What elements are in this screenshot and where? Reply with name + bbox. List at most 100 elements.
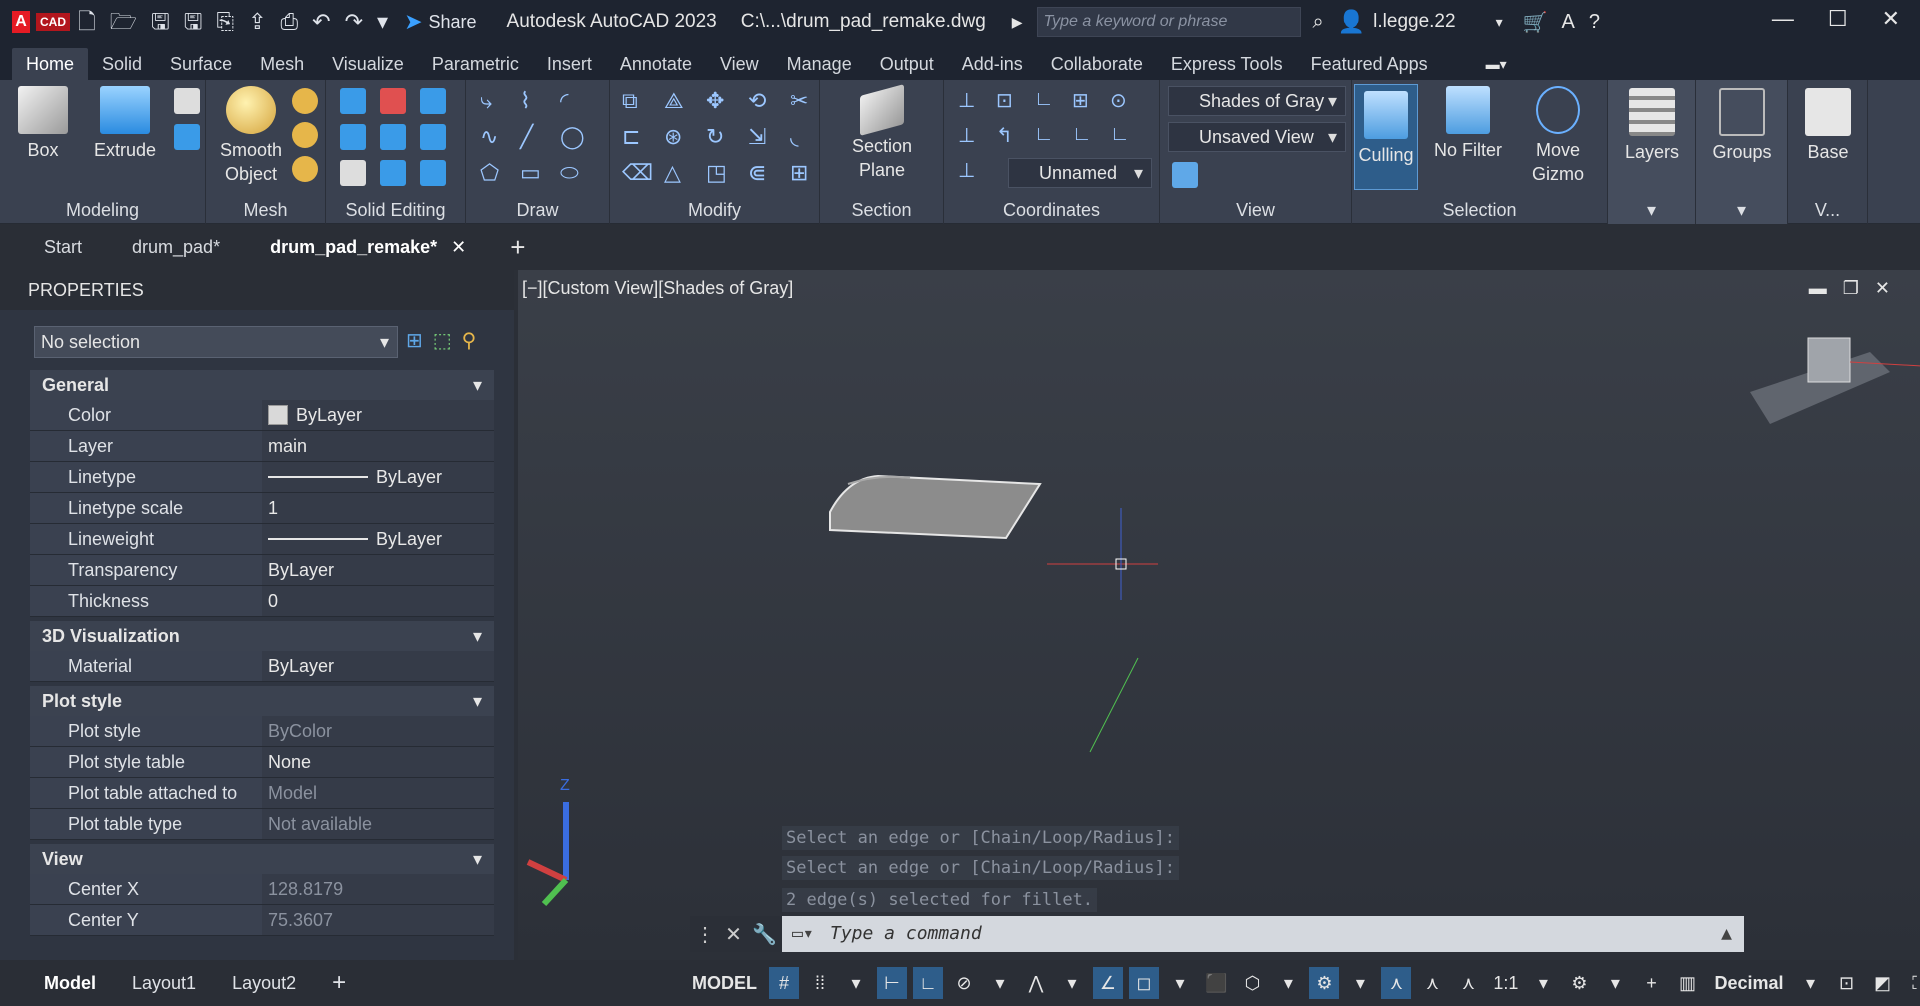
section-general[interactable]: General (30, 370, 494, 400)
mesh-smooth-more-icon[interactable] (292, 88, 318, 114)
panel-title-draw[interactable]: Draw (466, 198, 609, 222)
3d-align-icon[interactable]: ⟁ (664, 88, 690, 114)
osnap-dropdown-icon[interactable]: ▾ (1165, 967, 1195, 999)
join-icon[interactable]: ⋐ (748, 160, 774, 186)
tab-layout1[interactable]: Layout1 (114, 973, 214, 994)
model-space-button[interactable]: MODEL (686, 973, 763, 994)
section-plane-button[interactable]: Section Plane (842, 84, 922, 182)
viewport-minimize-icon[interactable]: ▬ (1809, 278, 1827, 299)
culling-button[interactable]: Culling (1354, 84, 1418, 190)
quick-properties-icon[interactable]: ⊡ (1832, 967, 1862, 999)
cylinder-icon[interactable] (174, 88, 200, 114)
array-icon[interactable]: ⊞ (790, 160, 816, 186)
command-input[interactable]: ▭▾ Type a command ▲ (782, 916, 1744, 952)
no-filter-button[interactable]: No Filter (1428, 86, 1508, 162)
command-customize-icon[interactable]: 🔧 (752, 922, 777, 947)
units-dropdown-icon[interactable]: ▾ (1796, 967, 1826, 999)
maximize-icon[interactable]: ☐ (1828, 6, 1848, 32)
tab-layout2[interactable]: Layout2 (214, 973, 314, 994)
mirror-icon[interactable]: ⧉ (622, 88, 648, 114)
base-button[interactable]: Base (1792, 88, 1864, 164)
ribbon-tab-parametric[interactable]: Parametric (418, 48, 533, 80)
property-row[interactable]: Plot style ByColor (30, 716, 494, 747)
viewport-config-icon[interactable] (1172, 162, 1198, 188)
tab-model[interactable]: Model (26, 973, 114, 994)
property-value[interactable]: ByLayer (262, 462, 494, 492)
mesh-smooth-less-icon[interactable] (292, 122, 318, 148)
qat-customize-icon[interactable]: ▾ (377, 11, 388, 33)
ucs-view-icon[interactable]: ⊙ (1110, 88, 1136, 113)
expand-arrow-icon[interactable]: ▶ (1012, 14, 1023, 31)
scale-dropdown-icon[interactable]: ▾ (1528, 967, 1558, 999)
property-value[interactable]: ByLayer (262, 651, 494, 681)
polyline-icon[interactable]: ⤷ (480, 88, 506, 114)
groups-expand-icon[interactable]: ▾ (1696, 198, 1787, 222)
layers-button[interactable]: Layers (1612, 88, 1692, 164)
ribbon-tab-mesh[interactable]: Mesh (246, 48, 318, 80)
object-snap-tracking-icon[interactable]: ∠ (1093, 967, 1123, 999)
polar-dropdown-icon[interactable]: ▾ (985, 967, 1015, 999)
section-plot[interactable]: Plot style (30, 686, 494, 716)
move-icon[interactable]: ✥ (706, 88, 732, 114)
3d-rotate-icon[interactable]: ⟲ (748, 88, 774, 114)
panel-title-mesh[interactable]: Mesh (206, 198, 325, 222)
ribbon-tab-annotate[interactable]: Annotate (606, 48, 706, 80)
extrude-faces-icon[interactable] (420, 124, 446, 150)
toggle-pickadd-icon[interactable]: ⊞ (406, 328, 423, 353)
move-gizmo-button[interactable]: Move Gizmo (1518, 86, 1598, 186)
ribbon-tab-view[interactable]: View (706, 48, 773, 80)
helix-icon[interactable]: ⌇ (520, 88, 546, 114)
search-input[interactable]: Type a keyword or phrase (1036, 7, 1301, 37)
subtract-icon[interactable] (380, 88, 406, 114)
selection-dropdown[interactable]: No selection (34, 326, 398, 358)
box-button[interactable]: Box (18, 86, 68, 162)
property-row[interactable]: Layer main (30, 431, 494, 462)
plot-icon[interactable]: ⎙ (281, 11, 299, 33)
property-row[interactable]: Linetype ByLayer (30, 462, 494, 493)
ribbon-tab-insert[interactable]: Insert (533, 48, 606, 80)
ucs-object-icon[interactable]: ∟ (1110, 123, 1136, 148)
panel-title-coordinates[interactable]: Coordinates (944, 198, 1159, 222)
panel-title-modeling[interactable]: Modeling (0, 198, 205, 222)
ribbon-tab-visualize[interactable]: Visualize (318, 48, 418, 80)
stretch-icon[interactable]: ⇲ (748, 124, 774, 150)
close-tab-icon[interactable]: ✕ (451, 237, 466, 257)
ucs-dropdown[interactable]: Unnamed (1008, 158, 1152, 188)
ribbon-tab-surface[interactable]: Surface (156, 48, 246, 80)
share-button[interactable]: ➤ Share (404, 9, 476, 35)
snap-icon[interactable]: ⁞⁞ (805, 967, 835, 999)
selection-filter-icon[interactable]: ⚙ (1309, 967, 1340, 999)
property-value[interactable]: Not available (262, 809, 494, 839)
drum-pad-solid[interactable] (829, 474, 1042, 540)
rotate-icon[interactable]: ↻ (706, 124, 732, 150)
ribbon-tab-home[interactable]: Home (12, 48, 89, 80)
panel-title-solid-editing[interactable]: Solid Editing (326, 198, 465, 222)
groups-button[interactable]: Groups (1702, 88, 1782, 164)
property-row[interactable]: Center X 128.8179 (30, 874, 494, 905)
union-icon[interactable] (340, 88, 366, 114)
ribbon-tab-add-ins[interactable]: Add-ins (948, 48, 1037, 80)
property-value[interactable]: ByLayer (262, 400, 494, 430)
minimize-icon[interactable]: — (1772, 6, 1794, 32)
3d-array-icon[interactable]: ⊛ (664, 124, 690, 150)
redo-icon[interactable]: ↷ (345, 11, 363, 33)
command-history-toggle-icon[interactable]: ▲ (1721, 916, 1732, 952)
property-row[interactable]: Center Y 75.3607 (30, 905, 494, 936)
offset-icon[interactable]: ⊏ (622, 124, 648, 150)
add-layout-icon[interactable]: + (314, 969, 364, 997)
property-row[interactable]: Material ByLayer (30, 651, 494, 682)
isodraft-icon[interactable]: ⋀ (1021, 967, 1051, 999)
ucs-named-icon[interactable]: ⊞ (1072, 88, 1098, 113)
rectangle-icon[interactable]: ▭ (520, 160, 546, 186)
select-objects-icon[interactable]: ⬚ (433, 328, 452, 353)
viewport-restore-icon[interactable]: ❐ (1843, 278, 1859, 299)
open-web-icon[interactable]: ⎘ (216, 11, 234, 33)
presspull-icon[interactable] (174, 124, 200, 150)
separate-icon[interactable] (420, 160, 446, 186)
extrude-button[interactable]: Extrude (90, 86, 160, 162)
help-icon[interactable]: ? (1589, 11, 1600, 34)
property-row[interactable]: Linetype scale 1 (30, 493, 494, 524)
fillet-icon[interactable]: ◟ (790, 124, 816, 150)
ribbon-tab-featured-apps[interactable]: Featured Apps (1297, 48, 1442, 80)
grid-icon[interactable]: # (769, 967, 799, 999)
